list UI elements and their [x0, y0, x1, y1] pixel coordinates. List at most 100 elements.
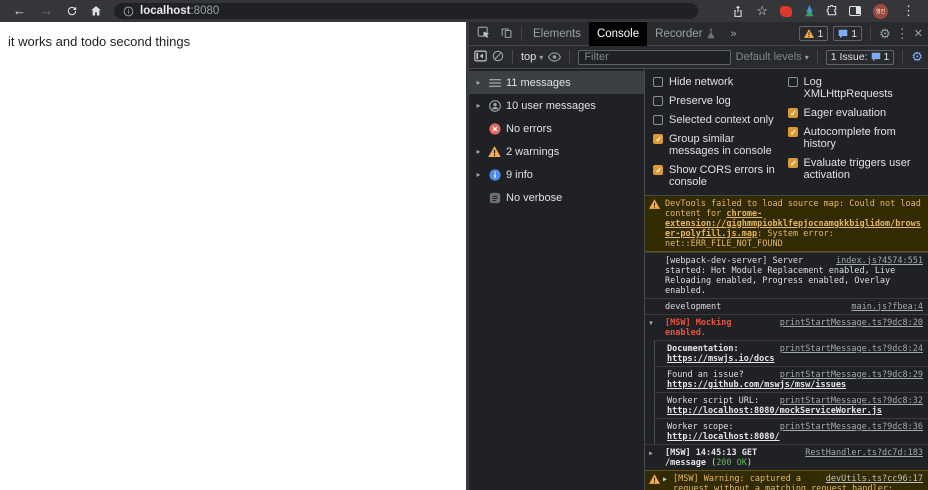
checkbox[interactable] — [787, 127, 798, 139]
warnings-badge[interactable]: 1 — [799, 26, 829, 41]
console-log-documentation: printStartMessage.ts?9dc8:24 Documentati… — [654, 340, 928, 366]
issue-counter[interactable]: 1 Issue: 1 — [825, 49, 895, 65]
source-link[interactable]: printStartMessage.ts?9dc8:24 — [780, 344, 923, 354]
setting-evaluate-user-activation[interactable]: Evaluate triggers user activation — [787, 157, 915, 181]
worker-script-url-link[interactable]: http://localhost:8080/mockServiceWorker.… — [667, 406, 882, 416]
verbose-icon — [488, 191, 501, 204]
preview-flask-icon — [708, 28, 715, 39]
sidebar-item-errors[interactable]: No errors — [469, 117, 644, 140]
setting-preserve-log[interactable]: Preserve log — [653, 95, 780, 107]
source-link[interactable]: RestHandler.ts?dc7d:183 — [805, 448, 923, 458]
source-link[interactable]: devUtils.ts?cc96:17 — [826, 474, 923, 484]
source-link[interactable]: printStartMessage.ts?9dc8:20 — [780, 318, 923, 328]
console-sidebar-toggle-icon[interactable] — [474, 50, 487, 65]
sidebar-item-warnings[interactable]: ▸ 2 warnings — [469, 140, 644, 163]
source-link[interactable]: main.js?fbea:4 — [851, 302, 923, 312]
group-collapsed-icon[interactable]: ▶ — [649, 448, 653, 458]
devtools-close-icon[interactable]: ✕ — [914, 27, 923, 40]
console-log-development: main.js?fbea:4 development — [645, 298, 928, 314]
group-expand-icon[interactable]: ▼ — [649, 318, 653, 328]
issues-badge[interactable]: 1 — [833, 26, 863, 41]
log-levels-label: Default levels — [735, 51, 802, 63]
issues-url-link[interactable]: https://github.com/mswjs/msw/issues — [667, 380, 846, 390]
share-icon[interactable] — [727, 5, 749, 18]
extensions-puzzle-icon[interactable] — [822, 5, 842, 17]
log-levels-dropdown[interactable]: Default levels ▾ — [736, 51, 809, 63]
warning-triangle-icon — [488, 145, 501, 158]
extension-red-icon[interactable] — [780, 5, 792, 17]
source-link[interactable]: printStartMessage.ts?9dc8:29 — [780, 370, 923, 380]
checkbox[interactable] — [653, 134, 663, 146]
group-collapsed-icon[interactable]: ▶ — [663, 474, 667, 484]
setting-selected-context-only[interactable]: Selected context only — [653, 114, 780, 126]
inspect-element-icon[interactable] — [472, 26, 495, 42]
source-link[interactable]: index.js?4574:551 — [836, 256, 923, 266]
context-selector[interactable]: top ▾ — [521, 51, 543, 63]
sidebar-item-info[interactable]: ▸ 9 info — [469, 163, 644, 186]
checkbox[interactable] — [653, 115, 663, 125]
setting-group-similar[interactable]: Group similar messages in console — [653, 133, 780, 157]
chevron-down-icon: ▾ — [804, 52, 809, 62]
forward-icon[interactable]: → — [33, 0, 60, 22]
checkbox[interactable] — [653, 77, 663, 87]
checkbox[interactable] — [787, 158, 798, 170]
device-toolbar-icon[interactable] — [495, 26, 518, 42]
site-info-icon[interactable] — [123, 6, 134, 17]
console-filter-input[interactable] — [578, 49, 731, 65]
live-expression-eye-icon[interactable] — [548, 50, 562, 65]
clear-console-icon[interactable] — [492, 50, 504, 65]
devtools-menu-kebab-icon[interactable]: ⋮ — [896, 26, 909, 42]
setting-hide-network[interactable]: Hide network — [653, 76, 780, 88]
log-text: Worker script URL: — [667, 395, 760, 406]
browser-menu-kebab-icon[interactable]: ⋮ — [895, 0, 922, 22]
caret-right-icon[interactable]: ▸ — [474, 170, 483, 179]
caret-right-icon[interactable]: ▸ — [474, 78, 483, 87]
devtools-tabbar: Elements Console Recorder » 1 1 ⚙ ⋮ ✕ — [469, 21, 928, 46]
page-body-text: it works and todo second things — [8, 34, 191, 49]
checkbox[interactable] — [653, 165, 663, 177]
setting-log-xmlhttprequests[interactable]: Log XMLHttpRequests — [787, 76, 915, 100]
setting-eager-evaluation[interactable]: Eager evaluation — [787, 107, 915, 120]
caret-right-icon[interactable]: ▸ — [474, 101, 483, 110]
sidebar-item-label: 2 warnings — [506, 145, 560, 158]
sidebar-item-verbose[interactable]: No verbose — [469, 186, 644, 209]
sidebar-item-all-messages[interactable]: ▸ 11 messages — [469, 71, 644, 94]
setting-label: Selected context only — [669, 114, 774, 126]
issue-bubble-icon — [838, 29, 848, 38]
tab-elements[interactable]: Elements — [525, 22, 589, 46]
docs-url-link[interactable]: https://mswjs.io/docs — [667, 354, 774, 364]
side-panel-icon[interactable] — [849, 6, 861, 16]
sidebar-item-user-messages[interactable]: ▸ 10 user messages — [469, 94, 644, 117]
devtools-settings-gear-icon[interactable]: ⚙ — [879, 26, 891, 42]
console-settings-gear-icon[interactable]: ⚙ — [911, 49, 923, 65]
tab-recorder-label: Recorder — [655, 27, 703, 40]
tab-console[interactable]: Console — [588, 21, 648, 46]
avatar-text: 염진 — [875, 8, 886, 15]
log-text: Found an issue? — [667, 369, 744, 380]
chevron-down-icon: ▾ — [539, 52, 544, 62]
console-settings-panel: Hide network Preserve log Selected conte… — [645, 69, 928, 196]
caret-right-icon[interactable]: ▸ — [474, 147, 483, 156]
address-bar[interactable]: localhost:8080 — [114, 3, 698, 19]
setting-autocomplete-history[interactable]: Autocomplete from history — [787, 126, 915, 150]
console-log-found-issue: printStartMessage.ts?9dc8:29 Found an is… — [654, 366, 928, 392]
refresh-icon[interactable] — [60, 5, 84, 17]
source-link[interactable]: printStartMessage.ts?9dc8:32 — [780, 396, 923, 406]
back-icon[interactable]: ← — [6, 0, 33, 22]
profile-avatar[interactable]: 염진 — [873, 3, 888, 19]
more-tabs-icon[interactable]: » — [724, 28, 742, 40]
checkbox[interactable] — [653, 96, 663, 106]
checkbox[interactable] — [787, 77, 798, 87]
console-warning-sourcemap: DevTools failed to load source map: Coul… — [645, 196, 928, 252]
bookmark-star-icon[interactable]: ☆ — [751, 0, 773, 22]
sidebar-item-label: No verbose — [506, 191, 563, 204]
extension-tree-icon[interactable] — [799, 5, 820, 17]
setting-label: Group similar messages in console — [669, 133, 772, 157]
tab-recorder[interactable]: Recorder — [647, 22, 724, 46]
user-icon — [488, 99, 501, 112]
checkbox[interactable] — [787, 108, 798, 120]
source-link[interactable]: printStartMessage.ts?9dc8:36 — [780, 422, 923, 432]
setting-show-cors-errors[interactable]: Show CORS errors in console — [653, 164, 780, 188]
home-icon[interactable] — [84, 5, 108, 17]
worker-scope-url-link[interactable]: http://localhost:8080/ — [667, 432, 780, 442]
